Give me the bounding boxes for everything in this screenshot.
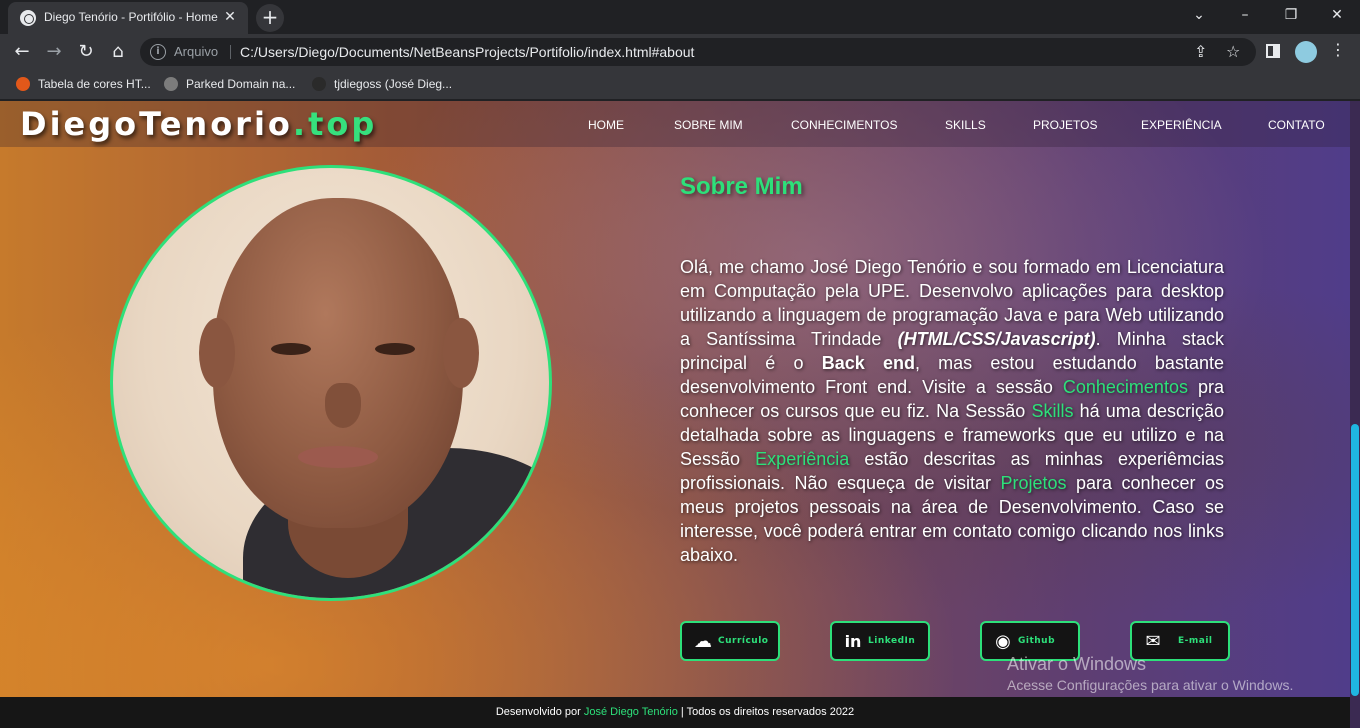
bookmark-item[interactable]: tjdiegoss (José Dieg...: [312, 77, 452, 91]
browser-toolbar: ← → ↻ ⌂ i Arquivo C:/Users/Diego/Documen…: [0, 34, 1360, 70]
link-conhecimentos[interactable]: Conhecimentos: [1063, 377, 1188, 397]
github-icon: ◉: [995, 631, 1011, 652]
close-tab-icon[interactable]: ✕: [220, 7, 240, 27]
link-skills[interactable]: Skills: [1031, 401, 1073, 421]
curriculo-button[interactable]: ☁ Currículo: [680, 621, 780, 661]
github-icon: [312, 77, 326, 91]
site-header: DiegoTenorio.top HOME SOBRE MIM CONHECIM…: [0, 101, 1350, 147]
minimize-icon[interactable]: –: [1222, 0, 1268, 30]
tab-strip: Diego Tenório - Portifólio - Home ✕ + ⌄ …: [0, 0, 1360, 34]
divider: [230, 45, 231, 59]
reload-icon[interactable]: ↻: [72, 38, 100, 66]
nav-skills[interactable]: SKILLS: [945, 118, 986, 132]
section-title: Sobre Mim: [680, 173, 803, 200]
mail-icon: ✉: [1145, 631, 1161, 652]
globe-icon: [20, 10, 36, 26]
forward-icon[interactable]: →: [40, 38, 68, 66]
address-bar[interactable]: i Arquivo C:/Users/Diego/Documents/NetBe…: [140, 38, 1256, 66]
menu-icon[interactable]: ⋮: [1330, 40, 1346, 59]
share-icon[interactable]: ⇪: [1194, 42, 1207, 61]
bookmark-item[interactable]: Parked Domain na...: [164, 77, 295, 91]
profile-photo: [110, 165, 552, 601]
nav-conhecimentos[interactable]: CONHECIMENTOS: [791, 118, 897, 132]
nav-contato[interactable]: CONTATO: [1268, 118, 1325, 132]
tab-title: Diego Tenório - Portifólio - Home: [44, 10, 218, 24]
tab-search-icon[interactable]: ⌄: [1176, 0, 1222, 30]
restore-icon[interactable]: ❐: [1268, 0, 1314, 30]
url-text[interactable]: C:/Users/Diego/Documents/NetBeansProject…: [240, 44, 694, 60]
about-section: DiegoTenorio.top HOME SOBRE MIM CONHECIM…: [0, 101, 1350, 728]
bookmark-item[interactable]: Tabela de cores HT...: [16, 77, 151, 91]
site-logo[interactable]: DiegoTenorio.top: [20, 105, 377, 143]
back-icon[interactable]: ←: [8, 38, 36, 66]
linkedin-icon: in: [844, 632, 862, 651]
windows-activation-watermark: Ativar o Windows Acesse Configurações pa…: [1007, 654, 1294, 693]
nav-home[interactable]: HOME: [588, 118, 624, 132]
new-tab-button[interactable]: +: [256, 4, 284, 32]
nav-projetos[interactable]: PROJETOS: [1033, 118, 1097, 132]
home-icon[interactable]: ⌂: [104, 38, 132, 66]
link-experiencia[interactable]: Experiência: [755, 449, 849, 469]
linkedin-button[interactable]: in LinkedIn: [830, 621, 930, 661]
footer-author: José Diego Tenório: [583, 706, 678, 718]
scrollbar-thumb[interactable]: [1351, 424, 1359, 696]
link-projetos[interactable]: Projetos: [1000, 473, 1066, 493]
nav-sobre-mim[interactable]: SOBRE MIM: [674, 118, 743, 132]
site-footer: Desenvolvido por José Diego Tenório | To…: [0, 697, 1350, 728]
cloud-download-icon: ☁: [694, 631, 712, 652]
nav-experiencia[interactable]: EXPERIÊNCIA: [1141, 118, 1222, 132]
close-window-icon[interactable]: ✕: [1314, 0, 1360, 30]
bio-paragraph: Olá, me chamo José Diego Tenório e sou f…: [680, 257, 1224, 565]
avatar[interactable]: [1295, 41, 1317, 63]
globe-icon: [164, 77, 178, 91]
browser-tab[interactable]: Diego Tenório - Portifólio - Home ✕: [8, 2, 248, 34]
about-heading-wrap: Sobre Mim: [680, 173, 1224, 201]
bookmark-star-icon[interactable]: ☆: [1226, 42, 1240, 61]
info-icon[interactable]: i: [150, 44, 166, 60]
bookmark-favicon-icon: [16, 77, 30, 91]
side-panel-icon[interactable]: [1266, 44, 1280, 58]
bookmarks-bar: Tabela de cores HT... Parked Domain na..…: [0, 70, 1360, 100]
scheme-label: Arquivo: [174, 44, 219, 59]
